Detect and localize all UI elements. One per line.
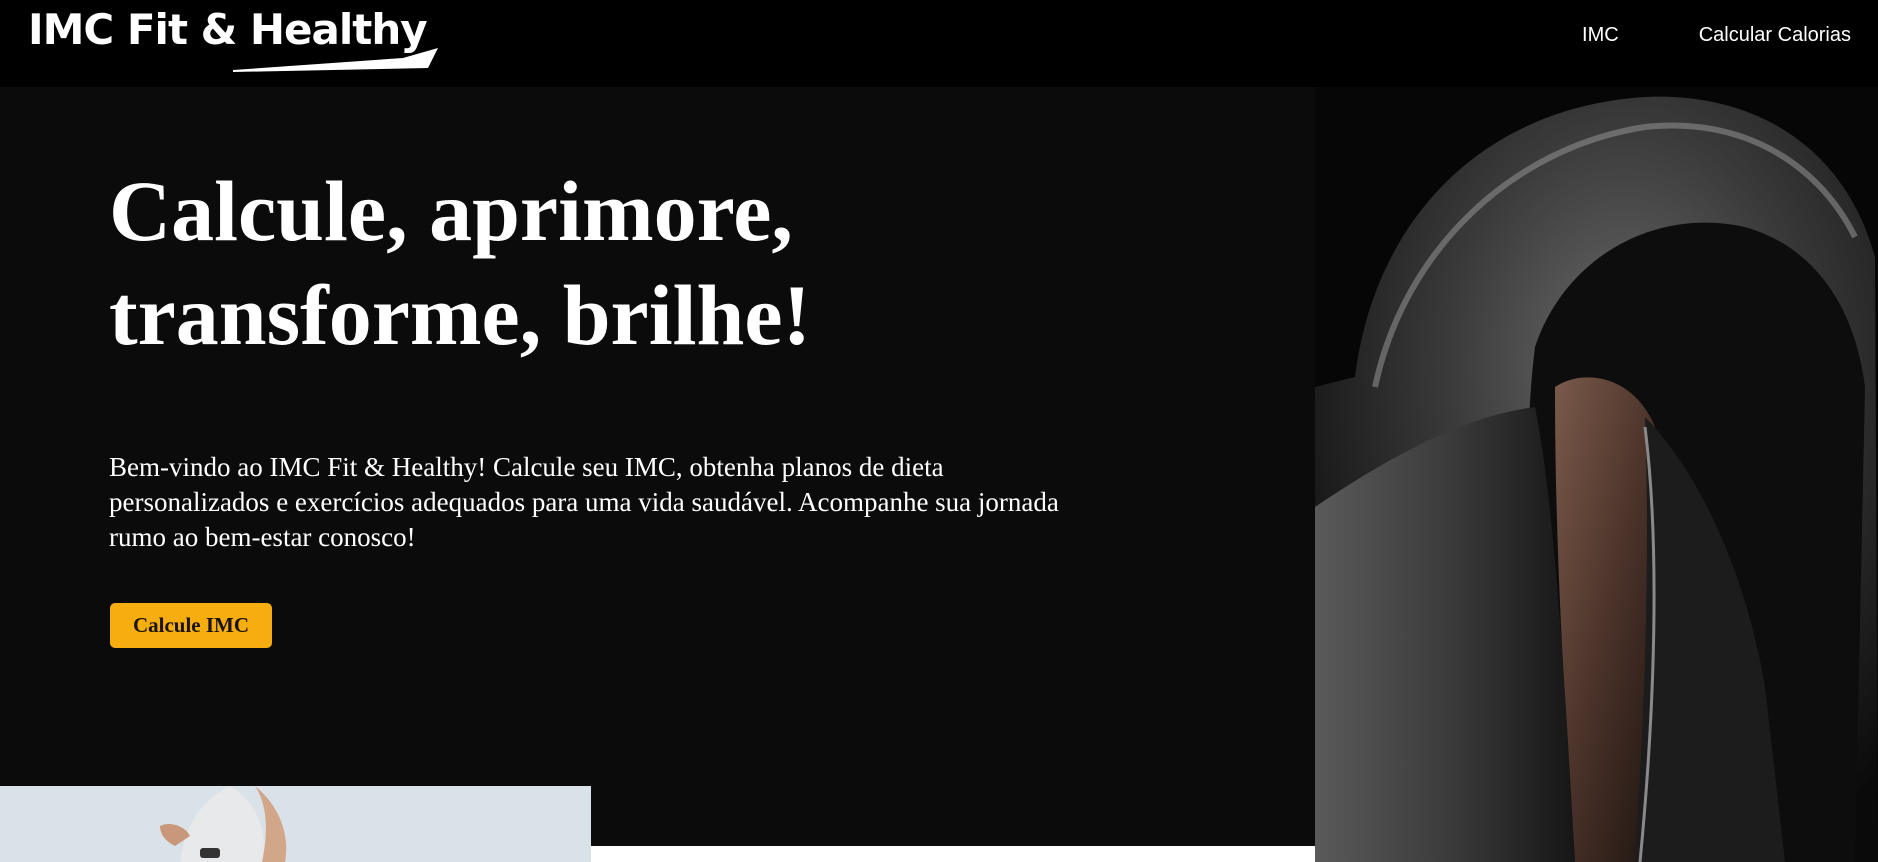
logo-swoosh-icon <box>233 48 438 72</box>
nav-link-imc[interactable]: IMC <box>1582 24 1619 47</box>
hero-title: Calcule, aprimore, transforme, brilhe! <box>109 163 812 363</box>
bottom-photo <box>0 786 591 862</box>
site-logo[interactable]: IMC Fit & Healthy <box>28 4 438 74</box>
calcule-imc-button[interactable]: Calcule IMC <box>110 603 272 648</box>
page: IMC Fit & Healthy IMC Calcular Calorias … <box>0 0 1878 862</box>
hooded-man-icon <box>1315 87 1878 862</box>
hero-description: Bem-vindo ao IMC Fit & Healthy! Calcule … <box>109 452 1059 552</box>
site-header: IMC Fit & Healthy IMC Calcular Calorias <box>0 0 1878 87</box>
section-divider <box>591 846 1315 862</box>
woman-exercising-icon <box>0 786 591 862</box>
hero-photo <box>1315 87 1878 862</box>
hero-section: Calcule, aprimore, transforme, brilhe! B… <box>0 87 1315 862</box>
main-nav: IMC Calcular Calorias <box>1582 24 1851 47</box>
nav-link-calcular-calorias[interactable]: Calcular Calorias <box>1699 24 1851 47</box>
